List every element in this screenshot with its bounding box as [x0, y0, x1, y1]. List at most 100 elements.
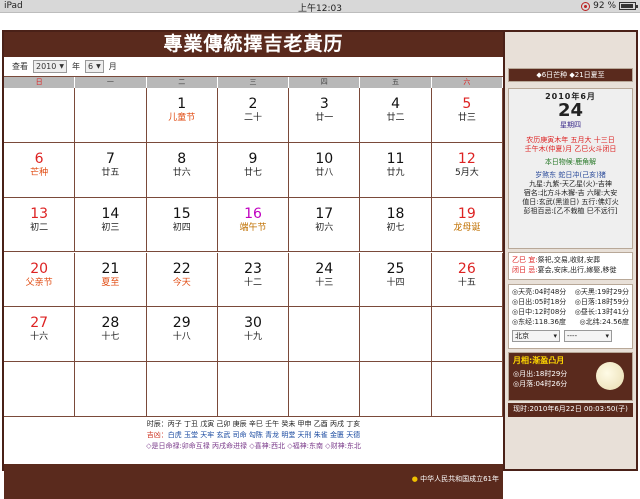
- calendar-day-12[interactable]: 12 5月大: [431, 142, 503, 198]
- day-number: 11: [386, 150, 405, 167]
- sun-value-left: ◎日中:12时08分: [512, 308, 567, 316]
- sun-value-right: ◎北纬:24.56度: [579, 318, 629, 326]
- month-select[interactable]: 6 ▼: [84, 60, 104, 73]
- calendar-day-8[interactable]: 8 廿六: [146, 142, 218, 198]
- calendar-empty-cell: [289, 362, 361, 417]
- calendar-day-18[interactable]: 18 初七: [360, 197, 432, 253]
- day-number: 15: [172, 205, 191, 222]
- calendar-empty-cell: [75, 362, 147, 417]
- hours-line: 时辰：丙子 丁丑 戊寅 己卯 庚辰 辛巳 壬午 癸未 甲申 乙酉 丙戌 丁亥: [146, 420, 361, 428]
- calendar-day-14[interactable]: 14 初三: [75, 197, 147, 253]
- solar-terms: ◆6日芒种 ◆21日夏至: [508, 68, 633, 82]
- calendar-grid: 1 儿童节 2 二十 3 廿一 4 廿二 5 廿三 6 芒种 7 廿五 8 廿六 9 廿七 10 廿八 11 廿九 12 5月…: [4, 88, 503, 417]
- calendar-day-2[interactable]: 2 二十: [217, 88, 290, 143]
- fortune-values: 白虎 玉堂 天牢 玄武 司命 勾陈 青龙 明堂 天刑 朱雀 金匮 天德: [167, 431, 361, 439]
- day-number: 5: [462, 96, 472, 112]
- lunar-date: 端午节: [239, 222, 267, 233]
- sun-times: ◎天亮:04时48分 ◎天黑:19时29分 ◎日出:05时18分 ◎日落:18时59分…: [508, 284, 633, 349]
- calendar-day-3[interactable]: 3 廿一: [289, 88, 361, 143]
- calendar-day-27[interactable]: 27 十六: [4, 307, 76, 363]
- yi-row: 乙巳 宜:祭祀,交易,收财,安葬: [512, 255, 629, 265]
- calendar-day-16[interactable]: 16 端午节: [217, 197, 290, 253]
- calendar-day-15[interactable]: 15 初四: [146, 197, 218, 253]
- lunar-date: 十四: [386, 277, 405, 288]
- sun-value-right: ◎日落:18时59分: [574, 298, 629, 306]
- lunar-line-1: 农历庚寅木年 五月大 十三日: [526, 136, 615, 144]
- yi-label: 乙巳 宜:: [512, 256, 538, 264]
- day-number: 8: [177, 150, 187, 167]
- sidebar: ◆6日芒种 ◆21日夏至 2010年6月 24 星期四 农历庚寅木年 五月大 十…: [505, 32, 636, 469]
- page-title: 專業傳統擇吉老黃历: [4, 32, 503, 57]
- calendar-day-10[interactable]: 10 廿八: [289, 142, 361, 198]
- calendar-day-20[interactable]: 20 父亲节: [4, 252, 76, 308]
- calendar-day-24[interactable]: 24 十三: [289, 252, 361, 308]
- calendar-day-9[interactable]: 9 廿七: [217, 142, 290, 198]
- calendar-day-25[interactable]: 25 十四: [360, 252, 432, 308]
- lunar-date: 芒种: [30, 167, 49, 178]
- chevron-down-icon: ▼: [96, 63, 101, 70]
- weekday-3: 三: [218, 77, 290, 88]
- weekday-5: 五: [360, 77, 432, 88]
- calendar-day-5[interactable]: 5 廿三: [431, 88, 503, 143]
- nine-star: 九星:九紫-天乙星(火)-吉神: [529, 180, 612, 188]
- view-label: 查看: [12, 62, 28, 71]
- lunar-date: 十三: [315, 277, 334, 288]
- calendar-day-13[interactable]: 13 初二: [4, 197, 76, 253]
- lunar-date: 儿童节: [168, 113, 196, 123]
- city-select[interactable]: 北京 ▾: [512, 330, 560, 342]
- yi-ji-box: 乙巳 宜:祭祀,交易,收财,安葬 闭日 忌:宴会,安床,出行,嫁娶,移徙: [508, 252, 633, 280]
- deities-line: ◇是日命禄:卯命互禄 丙戌命进禄 ◇喜神:西北 ◇福神:东南 ◇财神:东北: [146, 442, 361, 450]
- battery-fill: [621, 4, 633, 8]
- calendar-day-11[interactable]: 11 廿九: [360, 142, 432, 198]
- weekday-label: 星期四: [560, 121, 581, 129]
- moon-icon: [596, 362, 624, 390]
- calendar-empty-cell: [4, 88, 76, 143]
- calendar-empty-cell: [289, 307, 361, 363]
- year-select[interactable]: 2010 ▼: [33, 60, 67, 73]
- lunar-date: 5月大: [454, 167, 479, 178]
- sun-value-left: ◎天亮:04时48分: [512, 288, 567, 296]
- calendar-day-17[interactable]: 17 初六: [289, 197, 361, 253]
- city-value: 北京: [515, 332, 529, 340]
- calendar-day-6[interactable]: 6 芒种: [4, 142, 76, 198]
- lunar-date: 十二: [243, 277, 262, 288]
- day-number: 26: [457, 260, 476, 277]
- sun-row: ◎日中:12时08分 ◎昼长:13时41分: [512, 307, 629, 317]
- calendar-day-4[interactable]: 4 廿二: [360, 88, 432, 143]
- day-number: 28: [101, 315, 120, 332]
- lunar-date: 十五: [457, 277, 476, 288]
- month-label: 月: [108, 62, 117, 71]
- day-number: 18: [386, 205, 405, 222]
- chevron-down-icon: ▼: [59, 63, 64, 70]
- sun-row: ◎日出:05时18分 ◎日落:18时59分: [512, 297, 629, 307]
- calendar-day-19[interactable]: 19 龙母诞: [431, 197, 503, 253]
- calendar-day-21[interactable]: 21 夏至: [75, 252, 147, 308]
- calendar-day-7[interactable]: 7 廿五: [75, 142, 147, 198]
- sun-row: ◎东经:118.36度 ◎北纬:24.56度: [512, 317, 629, 327]
- calendar-day-1[interactable]: 1 儿童节: [146, 88, 218, 143]
- lunar-date: 夏至: [101, 277, 120, 288]
- current-time: 现时:2010年6月22日 00:03:50(子): [508, 403, 633, 417]
- calendar-day-23[interactable]: 23 十二: [217, 252, 290, 308]
- calendar-day-29[interactable]: 29 十八: [146, 307, 218, 363]
- lunar-date: 廿一: [315, 113, 334, 123]
- day-number: 17: [315, 205, 334, 222]
- status-right: 92 %: [581, 1, 638, 11]
- lunar-date: 十八: [172, 332, 191, 343]
- calendar-day-28[interactable]: 28 十七: [75, 307, 147, 363]
- calendar-day-22[interactable]: 22 今天: [146, 252, 218, 308]
- duty-line: 值日:玄武(黑道日) 五行:佛灯火: [522, 198, 619, 206]
- calendar-day-30[interactable]: 30 十九: [217, 307, 290, 363]
- lunar-date: 初四: [172, 222, 191, 233]
- sun-row: ◎天亮:04时48分 ◎天黑:19时29分: [512, 287, 629, 297]
- day-number: 20: [30, 260, 49, 277]
- district-select[interactable]: ---- ▾: [564, 330, 612, 342]
- toolbar: 查看 2010 ▼ 年 6 ▼ 月: [4, 57, 503, 77]
- calendar-day-26[interactable]: 26 十五: [431, 252, 503, 308]
- sun-value-left: ◎日出:05时18分: [512, 298, 567, 306]
- lunar-date: 廿七: [243, 167, 262, 178]
- calendar-empty-cell: [431, 307, 503, 363]
- bullet-icon: ●: [411, 475, 418, 483]
- selected-day: 24: [557, 100, 584, 121]
- calendar-empty-cell: [431, 362, 503, 417]
